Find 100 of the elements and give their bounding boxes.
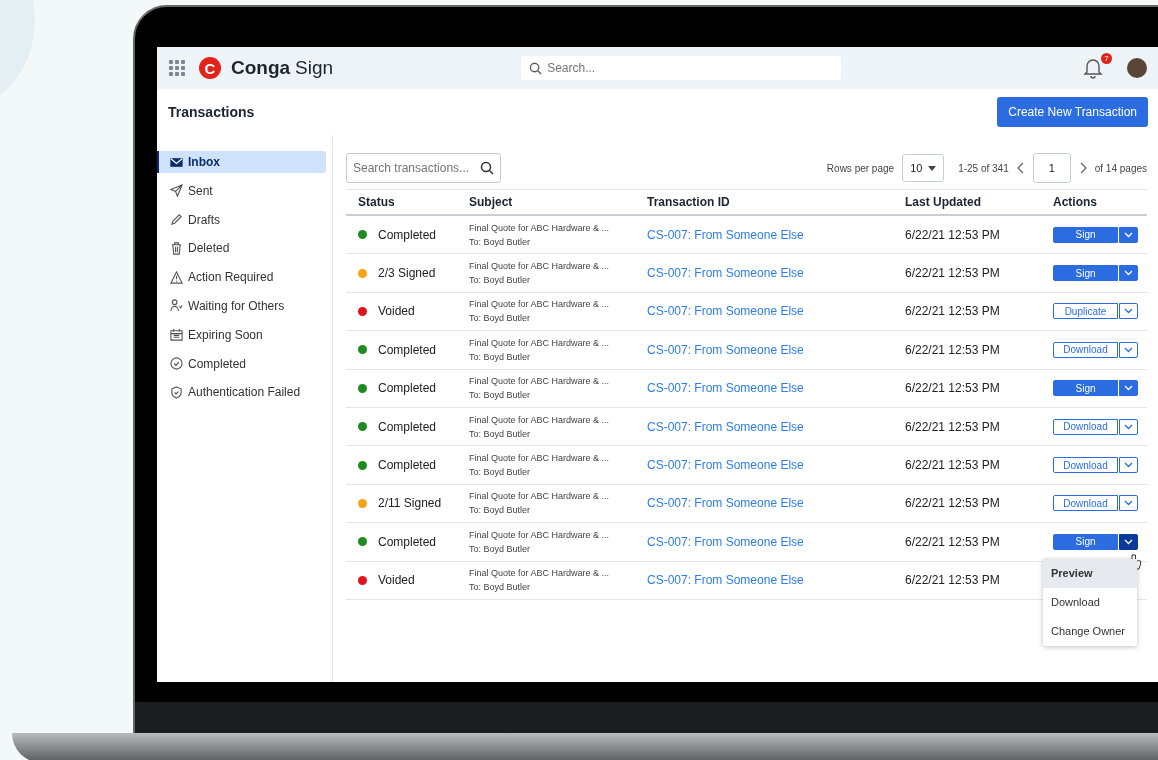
envelope-icon <box>170 155 183 169</box>
menu-item[interactable]: Change Owner <box>1043 616 1137 646</box>
column-header: Actions <box>1053 195 1098 209</box>
transaction-link[interactable]: CS-007: From Someone Else <box>647 534 804 549</box>
chevron-down-icon <box>1124 231 1133 238</box>
chevron-down-icon <box>1124 462 1133 469</box>
transaction-link[interactable]: CS-007: From Someone Else <box>647 266 804 281</box>
dropdown-toggle[interactable] <box>1119 457 1138 474</box>
dropdown-toggle[interactable] <box>1119 380 1138 397</box>
page-number-field[interactable]: 1 <box>1032 153 1071 183</box>
action-button[interactable]: Duplicate <box>1053 303 1118 320</box>
chevron-down-icon <box>1124 270 1133 277</box>
transaction-link[interactable]: CS-007: From Someone Else <box>647 419 804 434</box>
recipient-text: To: Boyd Butler <box>469 389 532 403</box>
status-text: Completed <box>378 342 437 357</box>
subject-text: Final Quote for ABC Hardware & ... <box>469 260 611 274</box>
sidebar-item[interactable]: Drafts <box>157 208 326 231</box>
last-updated-text: 6/22/21 12:53 PM <box>905 419 1001 434</box>
search-field[interactable]: Search... <box>521 56 842 80</box>
chevron-down-icon <box>1124 308 1133 315</box>
sidebar-item[interactable]: Sent <box>157 179 326 202</box>
dropdown-toggle[interactable] <box>1119 495 1138 512</box>
search-icon[interactable] <box>480 161 494 175</box>
logo-mark: C <box>199 57 221 79</box>
chevron-down-icon <box>1124 538 1133 545</box>
transaction-link[interactable]: CS-007: From Someone Else <box>647 304 804 319</box>
column-header: Status <box>357 195 396 209</box>
action-button[interactable]: Sign <box>1053 226 1118 243</box>
previous-page-icon[interactable] <box>1016 162 1025 174</box>
transaction-link[interactable]: CS-007: From Someone Else <box>647 342 804 357</box>
dropdown-toggle[interactable] <box>1119 303 1138 320</box>
transaction-link[interactable]: CS-007: From Someone Else <box>647 227 804 242</box>
search-field[interactable]: Search transactions... <box>346 153 501 183</box>
status-text: Completed <box>378 458 437 473</box>
recipient-text: To: Boyd Butler <box>469 581 532 595</box>
column-header: Last Updated <box>905 195 982 209</box>
last-updated-text: 6/22/21 12:53 PM <box>905 342 1001 357</box>
transaction-link[interactable]: CS-007: From Someone Else <box>647 381 804 396</box>
status-text: 2/11 Signed <box>378 496 442 511</box>
subject-text: Final Quote for ABC Hardware & ... <box>469 490 611 504</box>
last-updated-text: 6/22/21 12:53 PM <box>905 227 1001 242</box>
bell-icon[interactable] <box>1083 57 1103 79</box>
last-updated-text: 6/22/21 12:53 PM <box>905 534 1001 549</box>
subject-text: Final Quote for ABC Hardware & ... <box>469 298 611 312</box>
next-page-icon[interactable] <box>1078 162 1087 174</box>
shield-icon <box>170 385 183 399</box>
sidebar-item[interactable]: Inbox <box>157 151 326 173</box>
last-updated-text: 6/22/21 12:53 PM <box>905 266 1001 281</box>
search-icon <box>529 62 543 75</box>
subject-text: Final Quote for ABC Hardware & ... <box>469 413 611 427</box>
dropdown-toggle[interactable] <box>1119 418 1138 435</box>
chevron-down-icon <box>1124 500 1133 507</box>
chevron-down-icon <box>1124 385 1133 392</box>
last-updated-text: 6/22/21 12:53 PM <box>905 381 1001 396</box>
sidebar-item[interactable]: Authentication Failed <box>157 381 326 404</box>
app-grid-icon[interactable] <box>169 60 185 76</box>
avatar[interactable] <box>1127 58 1147 78</box>
trash-icon <box>170 241 183 255</box>
action-button[interactable]: Sign <box>1053 533 1118 550</box>
subject-text: Final Quote for ABC Hardware & ... <box>469 336 611 350</box>
status-text: Voided <box>378 573 415 588</box>
range-text: 1-25 of 341 <box>958 162 1009 174</box>
dropdown-toggle[interactable] <box>1119 226 1138 243</box>
status-text: Completed <box>378 419 437 434</box>
action-button[interactable]: Download <box>1053 495 1118 512</box>
dropdown-toggle[interactable] <box>1119 533 1138 550</box>
notification-count: 7 <box>1101 53 1112 64</box>
status-text: Completed <box>378 381 437 396</box>
sidebar-item[interactable]: Deleted <box>157 237 326 260</box>
page-count: of 14 pages <box>1094 162 1147 174</box>
column-header: Subject <box>469 195 514 209</box>
sidebar-item[interactable]: Action Required <box>157 266 326 289</box>
recipient-text: To: Boyd Butler <box>469 235 532 249</box>
calendar-icon <box>170 328 183 342</box>
dropdown-toggle[interactable] <box>1119 341 1138 358</box>
action-button[interactable]: Download <box>1053 341 1118 358</box>
menu-item[interactable]: Preview <box>1043 558 1137 588</box>
sidebar-item[interactable]: Completed <box>157 352 326 375</box>
recipient-text: To: Boyd Butler <box>469 504 532 518</box>
menu-item[interactable]: Download <box>1043 587 1137 617</box>
rows-per-page-select[interactable]: 10 <box>902 154 945 182</box>
status-text: Completed <box>378 227 437 242</box>
transaction-link[interactable]: CS-007: From Someone Else <box>647 458 804 473</box>
sidebar-item[interactable]: Expiring Soon <box>157 323 326 346</box>
recipient-text: To: Boyd Butler <box>469 274 532 288</box>
action-button[interactable]: Sign <box>1053 265 1118 282</box>
column-header: Transaction ID <box>647 195 731 209</box>
sidebar-item[interactable]: Waiting for Others <box>157 295 326 317</box>
create-transaction-button[interactable]: Create New Transaction <box>997 97 1148 127</box>
subject-text: Final Quote for ABC Hardware & ... <box>469 567 611 581</box>
page-title: Transactions <box>168 104 255 120</box>
action-button[interactable]: Download <box>1053 457 1118 474</box>
dropdown-toggle[interactable] <box>1119 265 1138 282</box>
recipient-text: To: Boyd Butler <box>469 312 532 326</box>
transaction-link[interactable]: CS-007: From Someone Else <box>647 496 804 511</box>
action-button[interactable]: Download <box>1053 418 1118 435</box>
transaction-link[interactable]: CS-007: From Someone Else <box>647 573 804 588</box>
action-button[interactable]: Sign <box>1053 380 1118 397</box>
last-updated-text: 6/22/21 12:53 PM <box>905 573 1001 588</box>
pencil-icon <box>170 213 183 227</box>
